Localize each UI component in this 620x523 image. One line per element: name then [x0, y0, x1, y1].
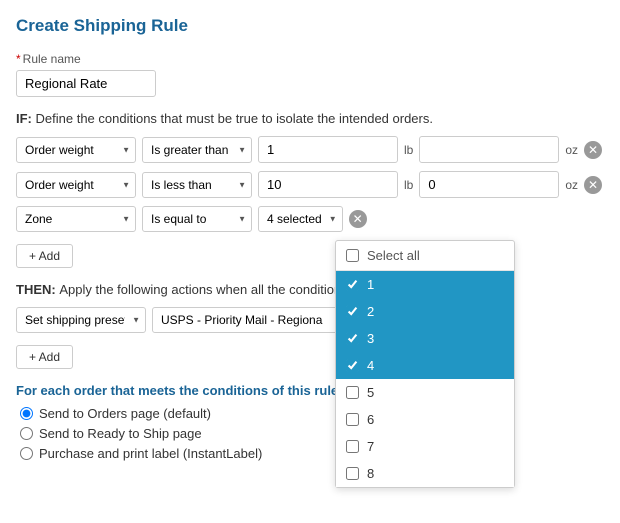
zone-selected-btn[interactable]: 4 selected — [258, 206, 343, 232]
page-title: Create Shipping Rule — [16, 16, 604, 36]
dropdown-item-label-2: 2 — [367, 304, 374, 319]
add-action-wrapper: + Add — [16, 341, 604, 369]
select-all-label: Select all — [367, 248, 420, 263]
radio-label-1: Send to Orders page (default) — [39, 406, 211, 421]
radio-label-3: Purchase and print label (InstantLabel) — [39, 446, 262, 461]
rule-name-label: *Rule name — [16, 52, 604, 66]
then-section: THEN: Apply the following actions when a… — [16, 282, 604, 369]
for-each-label: For each order that meets the conditions… — [16, 383, 604, 398]
condition-2-unit-oz: oz — [565, 178, 578, 192]
dropdown-item-2[interactable]: 2 — [336, 298, 514, 325]
zone-selected-btn-wrapper[interactable]: 4 selected — [258, 206, 343, 232]
dropdown-item-label-8: 8 — [367, 466, 374, 481]
dropdown-item-5[interactable]: 5 — [336, 379, 514, 406]
select-all-checkbox[interactable] — [346, 249, 359, 262]
zone-condition-row: Zone Is equal to 4 selected ✕ — [16, 206, 604, 232]
radio-input-2[interactable] — [20, 427, 33, 440]
then-section-label: THEN: Apply the following actions when a… — [16, 282, 604, 297]
radio-input-3[interactable] — [20, 447, 33, 460]
condition-1-field-wrapper: Order weight — [16, 137, 136, 163]
condition-1-value-lb[interactable] — [258, 136, 398, 163]
action-type-select[interactable]: Set shipping preset — [16, 307, 146, 333]
dropdown-checkbox-3[interactable] — [346, 332, 359, 345]
zone-dropdown-overlay: Select all 1 2 3 4 5 6 7 8 — [335, 240, 515, 488]
dropdown-checkbox-7[interactable] — [346, 440, 359, 453]
rule-name-group: *Rule name — [16, 52, 604, 97]
radio-label-2: Send to Ready to Ship page — [39, 426, 202, 441]
zone-field-wrapper: Zone — [16, 206, 136, 232]
condition-1-value-oz[interactable] — [419, 136, 559, 163]
dropdown-item-label-5: 5 — [367, 385, 374, 400]
condition-2-field-select[interactable]: Order weight — [16, 172, 136, 198]
dropdown-item-label-3: 3 — [367, 331, 374, 346]
add-action-btn[interactable]: + Add — [16, 345, 73, 369]
for-each-section: For each order that meets the conditions… — [16, 383, 604, 461]
add-condition-wrapper: + Add — [16, 240, 604, 268]
if-section-label: IF: Define the conditions that must be t… — [16, 111, 604, 126]
rule-name-input[interactable] — [16, 70, 156, 97]
radio-input-1[interactable] — [20, 407, 33, 420]
dropdown-item-label-4: 4 — [367, 358, 374, 373]
action-type-wrapper: Set shipping preset — [16, 307, 146, 333]
dropdown-item-label-7: 7 — [367, 439, 374, 454]
action-row-1: Set shipping preset USPS - Priority Mail… — [16, 307, 604, 333]
zone-operator-select[interactable]: Is equal to — [142, 206, 252, 232]
add-condition-btn[interactable]: + Add — [16, 244, 73, 268]
dropdown-item-8[interactable]: 8 — [336, 460, 514, 487]
condition-2-unit-lb: lb — [404, 178, 413, 192]
radio-option-3[interactable]: Purchase and print label (InstantLabel) — [20, 446, 604, 461]
dropdown-item-6[interactable]: 6 — [336, 406, 514, 433]
dropdown-checkbox-8[interactable] — [346, 467, 359, 480]
radio-option-2[interactable]: Send to Ready to Ship page — [20, 426, 604, 441]
select-all-row[interactable]: Select all — [336, 241, 514, 271]
zone-clear-btn[interactable]: ✕ — [349, 210, 367, 228]
dropdown-checkbox-6[interactable] — [346, 413, 359, 426]
condition-1-operator-select[interactable]: Is greater than — [142, 137, 252, 163]
dropdown-checkbox-5[interactable] — [346, 386, 359, 399]
action-value-wrapper: USPS - Priority Mail - Regiona — [152, 307, 352, 333]
condition-row-2: Order weight Is less than lb oz ✕ — [16, 171, 604, 198]
radio-option-1[interactable]: Send to Orders page (default) — [20, 406, 604, 421]
condition-1-unit-oz: oz — [565, 143, 578, 157]
dropdown-item-3[interactable]: 3 — [336, 325, 514, 352]
dropdown-item-4[interactable]: 4 — [336, 352, 514, 379]
dropdown-item-label-6: 6 — [367, 412, 374, 427]
condition-2-operator-wrapper: Is less than — [142, 172, 252, 198]
dropdown-checkbox-2[interactable] — [346, 305, 359, 318]
required-star: * — [16, 52, 21, 66]
condition-2-operator-select[interactable]: Is less than — [142, 172, 252, 198]
dropdown-item-label-1: 1 — [367, 277, 374, 292]
dropdown-item-7[interactable]: 7 — [336, 433, 514, 460]
condition-2-value-lb[interactable] — [258, 171, 398, 198]
condition-1-field-select[interactable]: Order weight — [16, 137, 136, 163]
radio-group: Send to Orders page (default) Send to Re… — [16, 406, 604, 461]
condition-1-operator-wrapper: Is greater than — [142, 137, 252, 163]
condition-1-remove-btn[interactable]: ✕ — [584, 141, 602, 159]
zone-operator-wrapper: Is equal to — [142, 206, 252, 232]
condition-row-1: Order weight Is greater than lb oz ✕ — [16, 136, 604, 163]
dropdown-checkbox-1[interactable] — [346, 278, 359, 291]
zone-field-select[interactable]: Zone — [16, 206, 136, 232]
condition-2-field-wrapper: Order weight — [16, 172, 136, 198]
condition-2-value-oz[interactable] — [419, 171, 559, 198]
dropdown-checkbox-4[interactable] — [346, 359, 359, 372]
condition-2-remove-btn[interactable]: ✕ — [584, 176, 602, 194]
condition-1-unit-lb: lb — [404, 143, 413, 157]
dropdown-item-1[interactable]: 1 — [336, 271, 514, 298]
action-value-select[interactable]: USPS - Priority Mail - Regiona — [152, 307, 352, 333]
